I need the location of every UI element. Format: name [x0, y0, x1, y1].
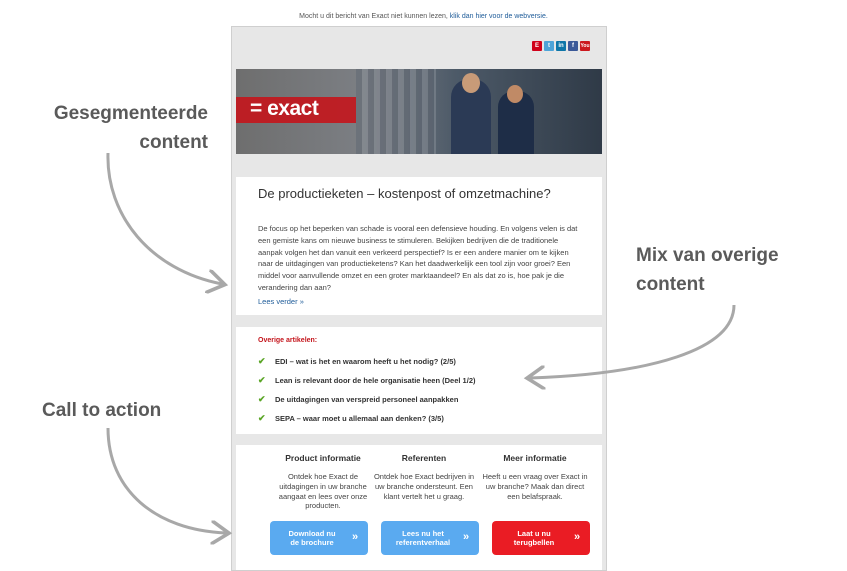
annotation-arrows — [106, 152, 736, 571]
arrow-segmented — [106, 152, 222, 284]
arrow-mix — [530, 304, 736, 378]
arrow-cta — [106, 427, 226, 533]
